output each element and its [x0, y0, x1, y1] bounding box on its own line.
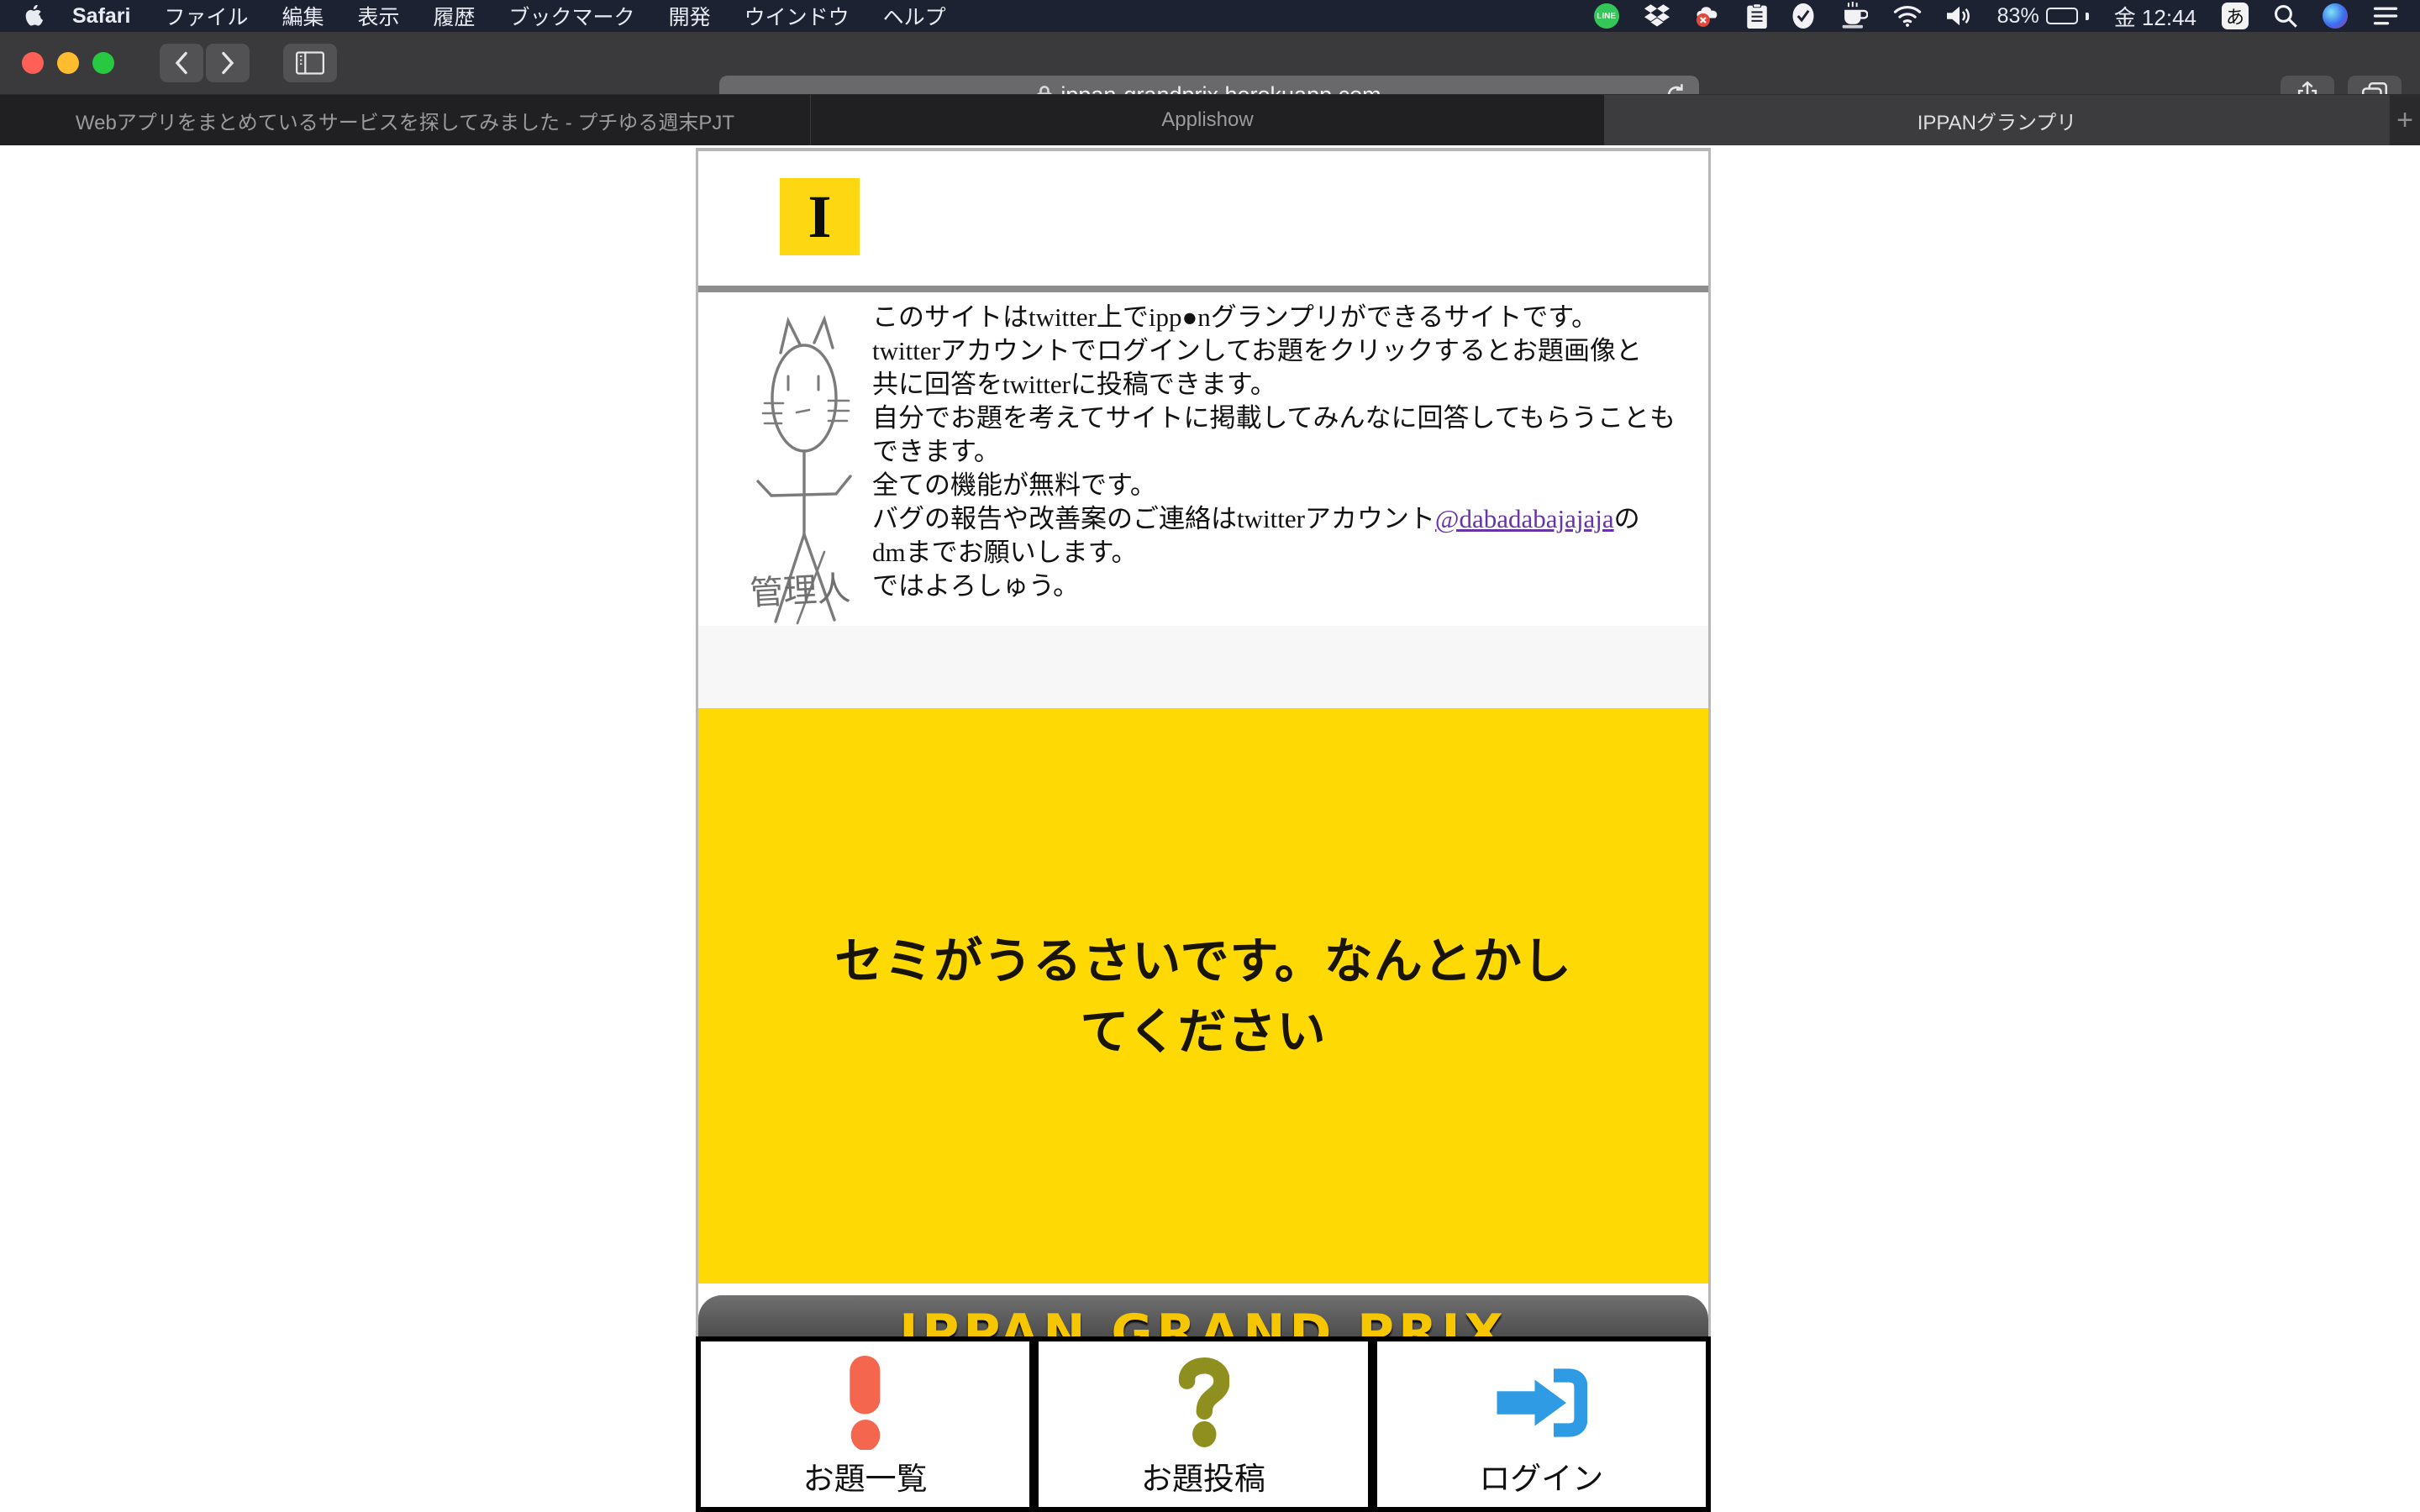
login-label: ログイン [1479, 1453, 1603, 1499]
topic-list-button[interactable]: お題一覧 [701, 1341, 1029, 1507]
wifi-icon[interactable] [1893, 3, 1922, 29]
intro-line: twitterアカウントでログインしてお題をクリックするとお題画像と [872, 334, 1704, 368]
menu-item-view[interactable]: 表示 [358, 1, 400, 31]
admin-cat-drawing: 管理人 [750, 304, 858, 627]
topic-post-label: お題投稿 [1141, 1453, 1265, 1499]
menu-item-file[interactable]: ファイル [164, 1, 248, 31]
tab-applishow[interactable]: Applishow [811, 95, 1605, 145]
topic-banner[interactable]: セミがうるさいです。なんとかし てください [698, 708, 1708, 1284]
header-divider [698, 286, 1708, 292]
twitter-handle-link[interactable]: @dabadabajajaja [1435, 504, 1614, 533]
coffee-cup-icon[interactable] [1839, 3, 1868, 29]
intro-line: 自分でお題を考えてサイトに掲載してみんなに回答してもらうことも [872, 402, 1704, 435]
window-controls [22, 52, 114, 74]
volume-icon[interactable] [1947, 3, 1972, 29]
intro-line: 共に回答をtwitterに投稿できます。 [872, 368, 1704, 402]
tab-webapp-services[interactable]: Webアプリをまとめているサービスを探してみました - プチゆる週末PJT [0, 95, 811, 145]
menu-items: Safari ファイル 編集 表示 履歴 ブックマーク 開発 ウインドウ ヘルプ [72, 1, 946, 31]
menu-item-develop[interactable]: 開発 [669, 1, 711, 31]
topic-banner-line1: セミがうるさいです。なんとかし [834, 926, 1571, 996]
close-window-button[interactable] [22, 52, 44, 74]
login-arrow-icon [1495, 1351, 1587, 1450]
battery-icon [2046, 8, 2078, 24]
tab-bar: Webアプリをまとめているサービスを探してみました - プチゆる週末PJT Ap… [0, 94, 2420, 145]
clipboard-icon[interactable] [1747, 3, 1767, 29]
intro-line: 全ての機能が無料です。 [872, 469, 1704, 502]
question-icon [1177, 1351, 1229, 1450]
menu-bar-clock[interactable]: 金 12:44 [2114, 1, 2196, 32]
intro-line: バグの報告や改善案のご連絡はtwitterアカウント@dabadabajajaj… [872, 502, 1704, 536]
admin-caption: 管理人 [750, 570, 851, 612]
siri-icon[interactable] [2323, 3, 2348, 29]
new-tab-button[interactable]: + [2390, 95, 2420, 145]
topic-list-label: お題一覧 [803, 1453, 928, 1499]
line-app-icon[interactable]: LINE [1594, 3, 1619, 29]
input-method-icon[interactable]: あ [2222, 3, 2249, 29]
bottom-button-row: お題一覧 お題投稿 ログイン [696, 1336, 1711, 1512]
contact-text-suffix: の [1614, 504, 1640, 533]
sidebar-toggle-button[interactable] [283, 44, 337, 82]
menu-item-safari[interactable]: Safari [72, 4, 130, 29]
back-button[interactable] [160, 44, 203, 82]
intro-line: ではよろしゅう。 [872, 570, 1704, 603]
menu-item-history[interactable]: 履歴 [434, 1, 476, 31]
contact-text: バグの報告や改善案のご連絡はtwitterアカウント [872, 504, 1435, 533]
menu-item-help[interactable]: ヘルプ [883, 1, 946, 31]
apple-menu-icon[interactable] [25, 5, 44, 27]
exclamation-icon [846, 1351, 885, 1450]
site-logo[interactable]: I [780, 178, 860, 255]
page-column: I 管理人 [696, 148, 1711, 1512]
login-button[interactable]: ログイン [1377, 1341, 1706, 1507]
intro-section: 管理人 このサイトはtwitter上でipp●nグランプリができるサイトです。 … [698, 292, 1708, 626]
site-header: I [698, 151, 1708, 286]
page-viewport: I 管理人 [0, 145, 2420, 1512]
site-logo-letter: I [808, 182, 831, 252]
topic-banner-line2: てください [1080, 996, 1326, 1067]
battery-indicator[interactable]: 83% [1997, 4, 2089, 29]
notification-center-icon[interactable] [2373, 3, 2398, 29]
intro-line: dmまでお願いします。 [872, 536, 1704, 570]
browser-toolbar: ippan-grandprix.herokuapp.com [0, 32, 2420, 94]
menu-bar: Safari ファイル 編集 表示 履歴 ブックマーク 開発 ウインドウ ヘルプ… [0, 0, 2420, 32]
banner-gap [698, 1284, 1708, 1295]
intro-line: このサイトはtwitter上でipp●nグランプリができるサイトです。 [872, 301, 1704, 334]
app-error-badge-icon[interactable] [1695, 3, 1722, 29]
zoom-window-button[interactable] [92, 52, 114, 74]
section-spacer [698, 626, 1708, 708]
status-area: LINE 83% [1594, 1, 2398, 32]
tab-ippan-grandprix[interactable]: IPPANグランプリ [1605, 95, 2390, 145]
forward-button[interactable] [206, 44, 250, 82]
minimize-window-button[interactable] [57, 52, 79, 74]
menu-item-window[interactable]: ウインドウ [744, 1, 850, 31]
menu-item-edit[interactable]: 編集 [282, 1, 324, 31]
intro-text: このサイトはtwitter上でipp●nグランプリができるサイトです。 twit… [872, 301, 1704, 603]
checkmark-shield-icon[interactable] [1792, 3, 1814, 29]
topic-post-button[interactable]: お題投稿 [1039, 1341, 1367, 1507]
screen: Safari ファイル 編集 表示 履歴 ブックマーク 開発 ウインドウ ヘルプ… [0, 0, 2420, 1512]
spotlight-search-icon[interactable] [2274, 3, 2297, 29]
dropbox-icon[interactable] [1644, 3, 1670, 29]
menu-item-bookmarks[interactable]: ブックマーク [509, 1, 635, 31]
nav-buttons [160, 44, 250, 82]
intro-line: できます。 [872, 435, 1704, 469]
battery-percent: 83% [1997, 4, 2039, 29]
